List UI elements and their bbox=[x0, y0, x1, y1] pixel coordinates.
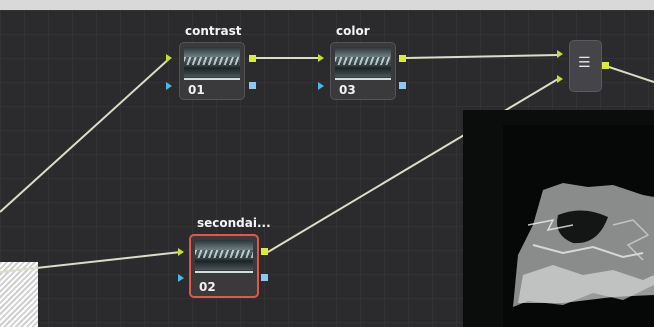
node-01-key-output-port[interactable] bbox=[249, 82, 256, 89]
wire-color-to-layer bbox=[405, 54, 559, 59]
node-02-secondary[interactable]: 02 bbox=[189, 234, 259, 298]
node-02-output-port[interactable] bbox=[261, 248, 268, 255]
wire-layer-to-output bbox=[605, 65, 654, 83]
node-title-secondary: secondai... bbox=[197, 216, 271, 230]
node-02-label: 02 bbox=[199, 280, 216, 294]
node-03-output-port[interactable] bbox=[399, 55, 406, 62]
node-02-key-output-port[interactable] bbox=[261, 274, 268, 281]
viewer-image bbox=[503, 125, 654, 327]
node-01-thumbnail bbox=[184, 47, 240, 77]
image-viewer[interactable] bbox=[463, 110, 654, 327]
node-title-contrast: contrast bbox=[185, 24, 242, 38]
wire-input-to-secondary bbox=[0, 251, 182, 273]
node-02-thumbnail bbox=[195, 240, 253, 270]
node-editor-screen: contrast 01 color 03 ☰ secondai... 02 bbox=[0, 0, 654, 327]
node-03-thumbnail-bar bbox=[335, 78, 391, 80]
node-01-output-port[interactable] bbox=[249, 55, 256, 62]
node-title-color: color bbox=[336, 24, 370, 38]
node-03-thumbnail bbox=[335, 47, 391, 77]
wire-input-to-contrast bbox=[0, 57, 171, 213]
layer-mixer-node[interactable]: ☰ bbox=[569, 40, 602, 92]
node-02-input-port[interactable] bbox=[178, 248, 184, 256]
node-01-input-port[interactable] bbox=[166, 54, 172, 62]
node-01-contrast[interactable]: 01 bbox=[179, 42, 245, 100]
terrain-preview bbox=[513, 183, 654, 307]
node-03-color[interactable]: 03 bbox=[330, 42, 396, 100]
node-03-input-port[interactable] bbox=[318, 54, 324, 62]
layers-icon: ☰ bbox=[578, 55, 591, 71]
node-02-thumbnail-bar bbox=[195, 271, 253, 273]
node-01-label: 01 bbox=[188, 83, 205, 97]
node-03-key-input-port[interactable] bbox=[318, 82, 324, 90]
node-02-key-input-port[interactable] bbox=[178, 274, 184, 282]
node-01-key-input-port[interactable] bbox=[166, 82, 172, 90]
layer-mixer-output-port[interactable] bbox=[602, 62, 609, 69]
node-03-key-output-port[interactable] bbox=[399, 82, 406, 89]
node-03-label: 03 bbox=[339, 83, 356, 97]
layer-mixer-input-2-port[interactable] bbox=[557, 75, 563, 83]
node-01-thumbnail-bar bbox=[184, 78, 240, 80]
layer-mixer-input-1-port[interactable] bbox=[557, 50, 563, 58]
